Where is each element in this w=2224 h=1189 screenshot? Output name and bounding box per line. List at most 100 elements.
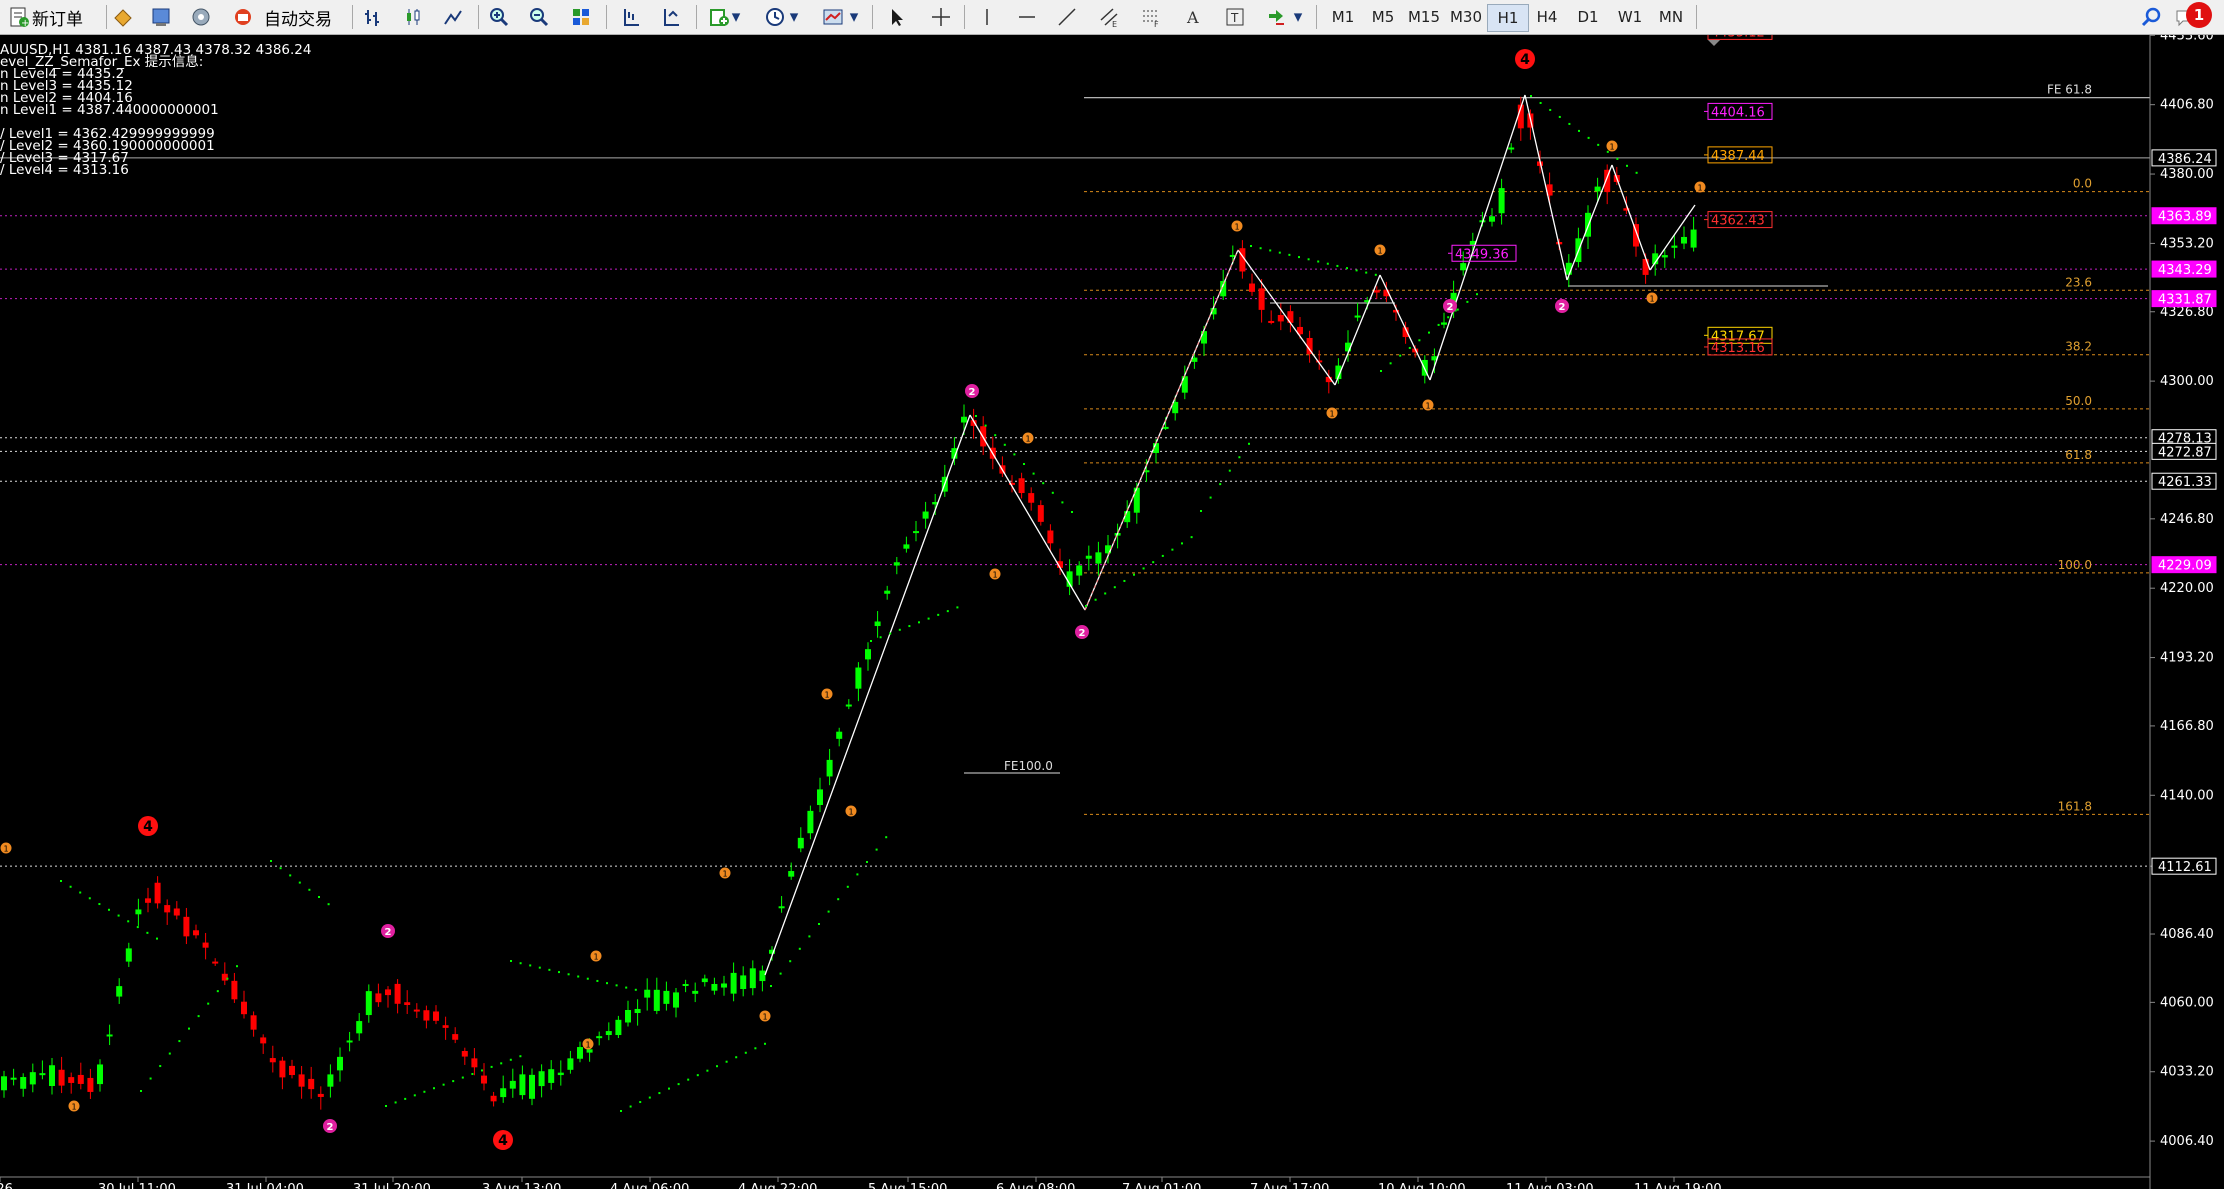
price-tag-label: 4272.87 <box>2158 445 2212 460</box>
candle-body <box>1594 186 1601 192</box>
arrows-icon[interactable] <box>1262 4 1292 30</box>
chevron-down-icon[interactable]: ▾ <box>786 4 802 30</box>
chart-canvas[interactable]: 0.0 23.6 38.2 50.0 61.8 100.0 161.8 FE 61.8 FE10… <box>0 35 2224 1189</box>
text-label-icon[interactable]: T <box>1220 4 1250 30</box>
price-tag-label: 4261.33 <box>2158 475 2212 490</box>
tile-windows-icon[interactable] <box>566 4 596 30</box>
zigzag-segment <box>1566 164 1613 281</box>
templates-icon[interactable] <box>818 4 848 30</box>
sar-dot <box>764 1042 766 1045</box>
candle-body <box>481 1075 487 1084</box>
candle-body <box>1498 188 1505 214</box>
time-axis-label: 30 Jul 11:00 <box>98 1182 176 1189</box>
time-axis-label: 4 Aug 06:00 <box>610 1182 689 1189</box>
sar-dot <box>634 988 637 991</box>
sar-dot <box>1539 101 1542 104</box>
sar-dot <box>1094 598 1097 601</box>
fibonacci-icon[interactable]: F <box>1136 4 1166 30</box>
text-icon[interactable]: A <box>1178 4 1208 30</box>
timeframe-m5[interactable]: M5 <box>1363 4 1403 30</box>
auto-trading-button[interactable]: 自动交易 <box>264 4 332 30</box>
timeframe-h4[interactable]: H4 <box>1527 4 1567 30</box>
toolbar-separator <box>352 5 353 29</box>
horizontal-line-icon[interactable] <box>1012 4 1042 30</box>
crosshair-icon[interactable] <box>926 4 956 30</box>
candle-body <box>605 1031 612 1036</box>
sar-dot <box>586 977 589 980</box>
notification-badge[interactable]: 1 <box>2186 2 2212 28</box>
sar-dot <box>687 1078 690 1081</box>
candle-body <box>145 898 151 903</box>
candle-body <box>673 992 679 1008</box>
candle-body <box>154 882 161 904</box>
vertical-line-icon[interactable] <box>972 4 1002 30</box>
sar-dot <box>725 1060 728 1063</box>
sar-dot <box>1152 561 1155 564</box>
navigator-icon[interactable] <box>186 4 216 30</box>
chart-shift-icon[interactable] <box>616 4 646 30</box>
new-order-icon[interactable]: + <box>4 4 34 30</box>
sar-dot <box>827 910 830 913</box>
candle-body <box>1095 552 1102 564</box>
line-chart-icon[interactable] <box>438 4 468 30</box>
trendline-icon[interactable] <box>1052 4 1082 30</box>
timeframe-m15[interactable]: M15 <box>1404 4 1444 30</box>
candle-body <box>634 1008 641 1014</box>
new-order-button[interactable]: 新订单 <box>32 4 83 30</box>
price-axis-label: 4166.80 <box>2160 719 2214 734</box>
sar-dot <box>1259 247 1262 250</box>
sar-dot <box>236 965 238 968</box>
chevron-down-icon[interactable]: ▾ <box>1290 4 1306 30</box>
sar-dot <box>1549 108 1552 111</box>
sar-dot <box>856 873 859 876</box>
sar-dot <box>178 1040 181 1043</box>
price-axis-label: 4246.80 <box>2160 512 2214 527</box>
candle-body <box>39 1073 46 1076</box>
market-watch-icon[interactable] <box>146 4 176 30</box>
timeframe-m1[interactable]: M1 <box>1323 4 1363 30</box>
candle-body <box>1201 331 1207 344</box>
candle-body <box>298 1074 305 1087</box>
sar-dot <box>1209 496 1212 499</box>
search-icon[interactable] <box>2136 4 2166 30</box>
toolbar-separator <box>1316 5 1317 29</box>
chevron-down-icon[interactable]: ▾ <box>728 4 744 30</box>
bar-chart-icon[interactable] <box>358 4 388 30</box>
toolbar-separator <box>478 5 479 29</box>
sar-dot <box>500 1062 503 1065</box>
candle-body <box>193 930 199 936</box>
timeframe-m30[interactable]: M30 <box>1446 4 1486 30</box>
auto-scroll-icon[interactable] <box>656 4 686 30</box>
candle-body <box>212 961 219 964</box>
timeframe-d1[interactable]: D1 <box>1568 4 1608 30</box>
timeframe-w1[interactable]: W1 <box>1610 4 1650 30</box>
candle-body <box>529 1074 535 1099</box>
chevron-down-icon[interactable]: ▾ <box>846 4 862 30</box>
candle-body <box>29 1072 36 1085</box>
candle-body <box>884 590 891 594</box>
auto-trading-icon[interactable] <box>228 4 258 30</box>
sar-dot <box>1023 463 1025 465</box>
price-axis-label: 4060.00 <box>2160 995 2214 1010</box>
zoom-out-icon[interactable] <box>524 4 554 30</box>
sar-dot <box>1142 567 1145 570</box>
candle-body <box>1460 263 1467 271</box>
candle-body <box>961 416 967 423</box>
candle-body <box>490 1095 497 1102</box>
cursor-icon[interactable] <box>882 4 912 30</box>
toolbar-separator <box>872 5 873 29</box>
candle-body <box>433 1011 439 1021</box>
terminal-icon[interactable] <box>108 4 138 30</box>
price-chart[interactable]: 0.0 23.6 38.2 50.0 61.8 100.0 161.8 FE 61.8 FE10… <box>0 35 2224 1189</box>
timeframe-h1[interactable]: H1 <box>1487 4 1529 32</box>
zoom-in-icon[interactable] <box>484 4 514 30</box>
sar-dot <box>818 923 820 925</box>
candlestick-icon[interactable] <box>398 4 428 30</box>
semafor-2-label: 2 <box>327 1122 334 1133</box>
svg-text:E: E <box>1112 20 1117 28</box>
equidistant-channel-icon[interactable]: E <box>1094 4 1124 30</box>
level-high-1: n Level1 = 4387.440000000001 <box>0 102 219 118</box>
sar-dot <box>519 1055 522 1058</box>
sar-dot <box>1408 346 1411 349</box>
timeframe-mn[interactable]: MN <box>1651 4 1691 30</box>
